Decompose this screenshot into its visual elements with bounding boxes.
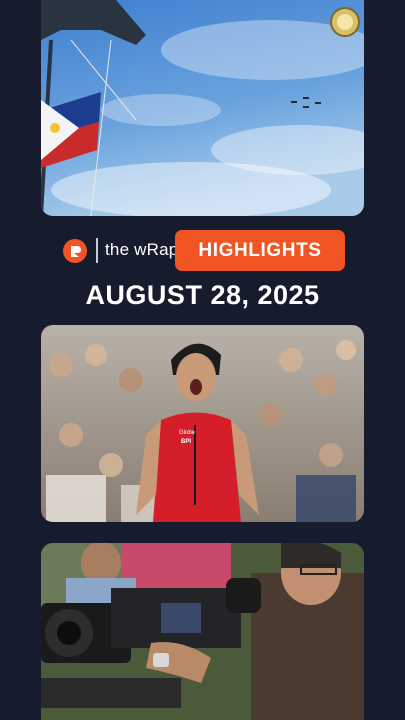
tennis-player-image: Globe BPI (41, 325, 364, 522)
rappler-logo-icon (63, 239, 87, 263)
government-seal-icon (330, 7, 360, 37)
camera-operators-image (41, 543, 364, 720)
highlights-badge[interactable]: HIGHLIGHTS (175, 230, 345, 271)
wrap-label: the wRap (105, 240, 179, 259)
photo-tennis-player: Globe BPI (41, 325, 364, 522)
photo-flag-sky (41, 0, 364, 216)
photo-camera-operators (41, 543, 364, 720)
shirt-globe-text: Globe (179, 430, 196, 436)
shirt-bpi-text: BPI (181, 439, 191, 445)
brand-divider (96, 238, 98, 263)
flag-sky-image (41, 0, 364, 216)
brand-row: the wRap HIGHLIGHTS (0, 230, 405, 271)
date-title: AUGUST 28, 2025 (85, 280, 320, 310)
